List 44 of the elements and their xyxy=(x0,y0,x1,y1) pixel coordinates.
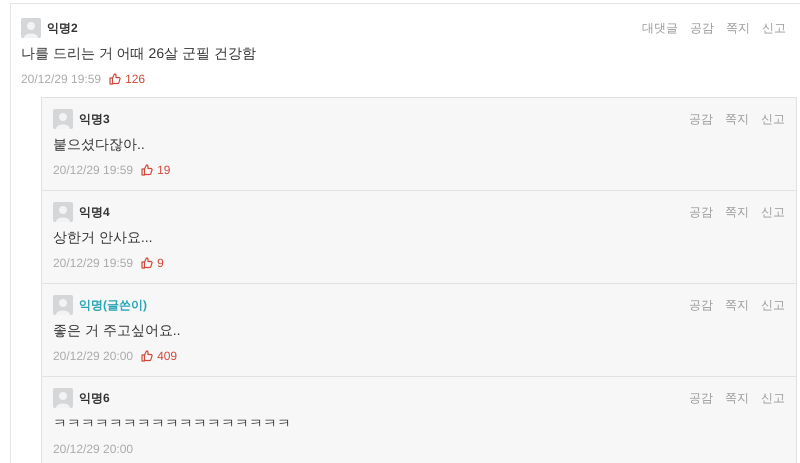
comment-text: ㅋㅋㅋㅋㅋㅋㅋㅋㅋㅋㅋㅋㅋㅋㅋㅋㅋ xyxy=(53,414,292,433)
comment-time: 20/12/29 20:00 xyxy=(53,348,134,365)
action-link[interactable]: 신고 xyxy=(761,389,785,407)
author-name: 익명6 xyxy=(79,390,110,407)
like-count: 9 xyxy=(157,255,164,272)
comment-text: 나를 드리는 거 어때 26살 군필 건강함 xyxy=(21,44,257,63)
action-link[interactable]: 공감 xyxy=(689,296,713,314)
author-name: 익명2 xyxy=(47,20,78,37)
thumbs-up-icon xyxy=(141,350,154,362)
action-link[interactable]: 쪽지 xyxy=(725,296,749,314)
action-link[interactable]: 공감 xyxy=(689,389,713,407)
action-link[interactable]: 쪽지 xyxy=(725,110,749,128)
comment-time: 20/12/29 20:00 xyxy=(53,441,134,458)
like-count: 19 xyxy=(157,162,170,179)
action-link[interactable]: 신고 xyxy=(762,19,786,37)
author-name: 익명3 xyxy=(79,111,110,128)
thumbs-up-icon xyxy=(109,73,122,85)
action-link[interactable]: 신고 xyxy=(761,203,785,221)
thumbs-up-icon xyxy=(141,257,154,269)
author-name: 익명4 xyxy=(79,204,110,221)
author-name: 익명(글쓴이) xyxy=(79,297,147,314)
thumbs-up-icon xyxy=(141,164,154,176)
avatar-icon xyxy=(53,388,73,408)
comment-text: 상한거 안사요... xyxy=(53,228,154,247)
action-link[interactable]: 공감 xyxy=(690,19,714,37)
like-count: 409 xyxy=(157,348,178,365)
action-link[interactable]: 쪽지 xyxy=(725,389,749,407)
comment-text: 붙으셨다잖아.. xyxy=(53,135,146,154)
avatar-icon xyxy=(53,109,73,129)
action-link[interactable]: 공감 xyxy=(689,110,713,128)
like-count: 126 xyxy=(125,71,146,88)
action-link[interactable]: 대댓글 xyxy=(642,19,678,37)
action-link[interactable]: 신고 xyxy=(761,296,785,314)
action-link[interactable]: 신고 xyxy=(761,110,785,128)
action-link[interactable]: 쪽지 xyxy=(725,203,749,221)
avatar-icon xyxy=(21,18,41,38)
avatar-icon xyxy=(53,202,73,222)
comment-time: 20/12/29 19:59 xyxy=(53,162,134,179)
action-link[interactable]: 공감 xyxy=(689,203,713,221)
action-link[interactable]: 쪽지 xyxy=(726,19,750,37)
comment-time: 20/12/29 19:59 xyxy=(21,71,102,88)
avatar-icon xyxy=(53,295,73,315)
comment-time: 20/12/29 19:59 xyxy=(53,255,134,272)
comment-text: 좋은 거 주고싶어요.. xyxy=(53,321,182,340)
